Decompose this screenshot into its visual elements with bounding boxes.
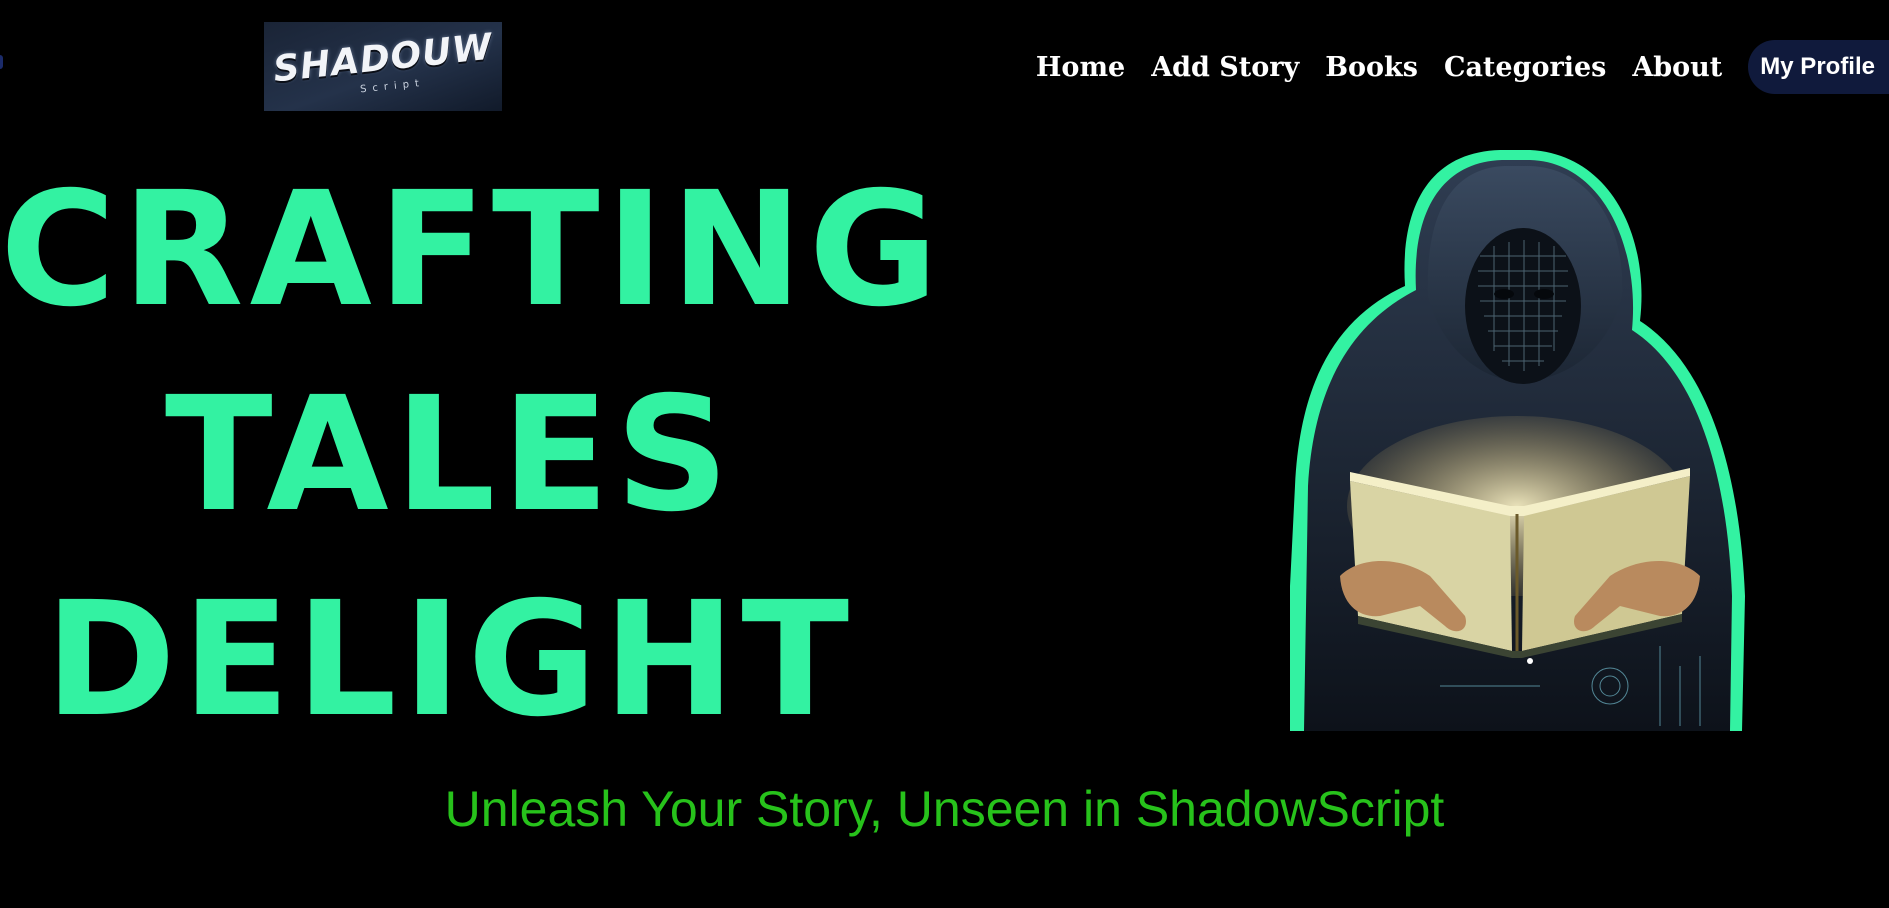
landing-page: SHADOUW Script Home Add Story Books Cate… <box>0 0 1889 908</box>
nav-home[interactable]: Home <box>1036 52 1125 83</box>
hero-line-3: DELIGHT <box>44 568 856 752</box>
tagline: Unleash Your Story, Unseen in ShadowScri… <box>444 781 1445 837</box>
nav-books[interactable]: Books <box>1325 52 1418 83</box>
scroll-edge-indicator <box>0 55 3 69</box>
nav-add-story[interactable]: Add Story <box>1151 52 1299 83</box>
hero-headline: CRAFTING TALES DELIGHT <box>0 148 945 763</box>
hero-line-1: CRAFTING <box>0 158 945 342</box>
hero-line-2: TALES <box>164 363 736 547</box>
nav-about[interactable]: About <box>1632 52 1722 83</box>
my-profile-button[interactable]: My Profile <box>1748 40 1889 94</box>
main-nav: Home Add Story Books Categories About My… <box>1036 40 1889 94</box>
hooded-reader-icon <box>1280 146 1750 731</box>
logo-wordmark: SHADOUW <box>271 26 495 91</box>
site-logo[interactable]: SHADOUW Script <box>264 22 502 111</box>
nav-categories[interactable]: Categories <box>1444 52 1606 83</box>
